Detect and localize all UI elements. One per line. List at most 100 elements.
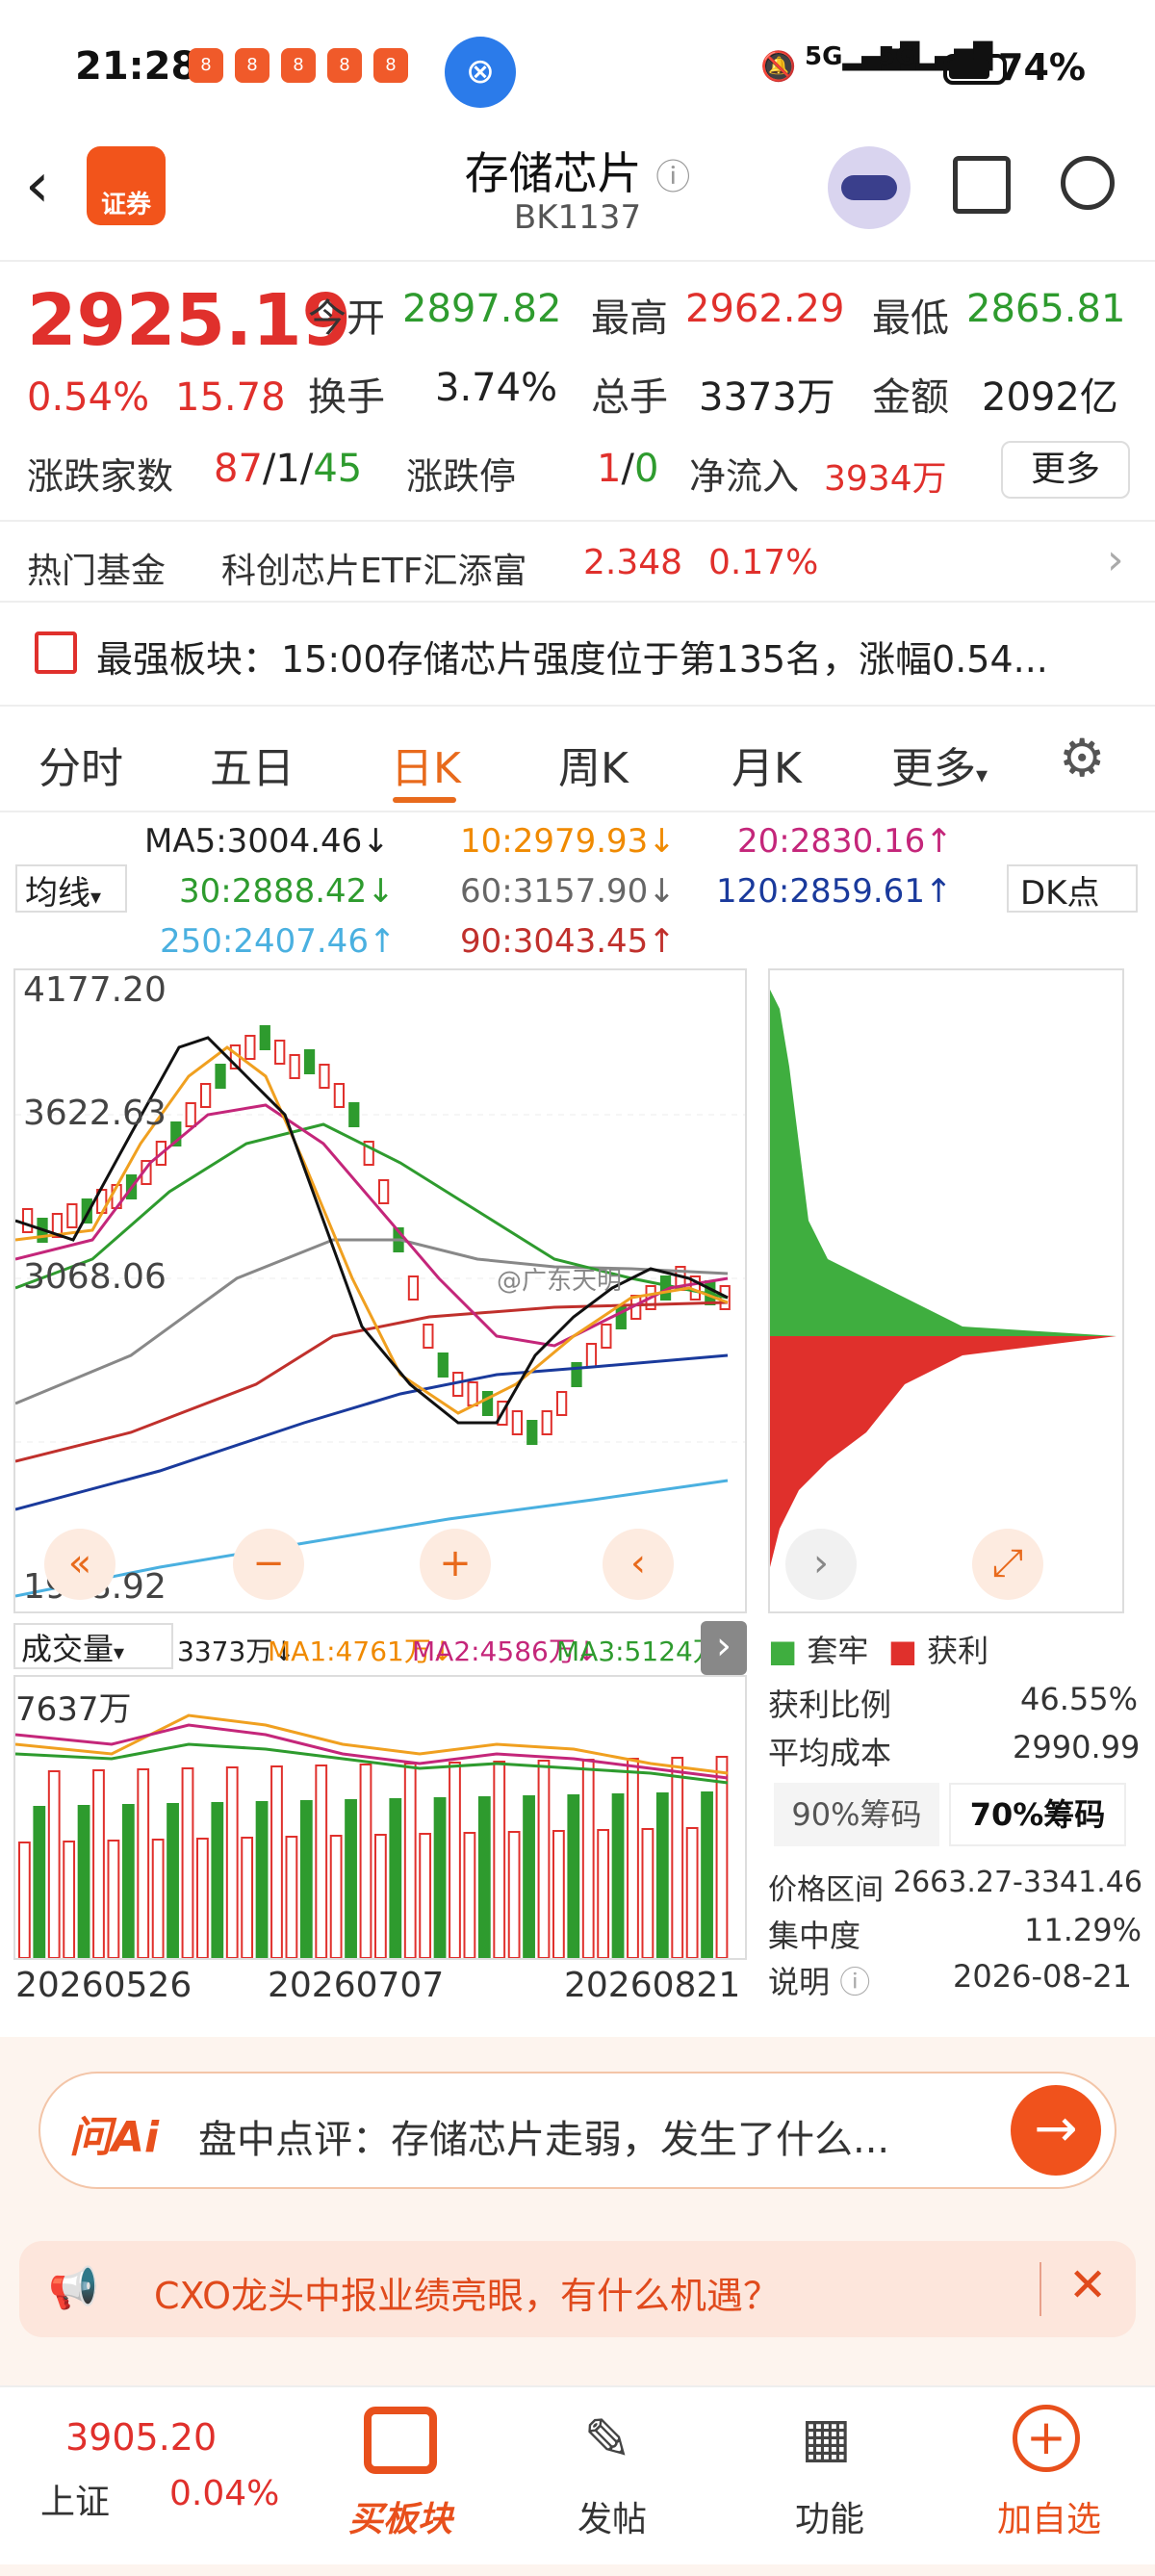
ma-selector[interactable]: 均线▾ (15, 864, 127, 913)
close-icon[interactable]: ✕ (1068, 2258, 1107, 2312)
volume-bar (552, 1830, 565, 1959)
volume-bar (567, 1794, 580, 1959)
volume-bar (211, 1802, 224, 1959)
turnover-value: 3.74% (435, 366, 558, 410)
candlestick (437, 1352, 449, 1378)
app-notification-icon: 8 (327, 48, 362, 83)
plus-icon: + (1013, 2405, 1080, 2472)
chevron-right-icon[interactable]: › (701, 1621, 747, 1675)
volume-bar (389, 1798, 402, 1959)
post-button[interactable]: ✎ 发帖 (516, 2387, 708, 2566)
chip-distribution[interactable]: › ⤢ (768, 968, 1124, 1613)
indicator-selector[interactable]: 成交量▾ (13, 1623, 173, 1669)
price-range-label: 价格区间 (768, 1873, 884, 1907)
tab-weekly-k[interactable]: 周K (558, 734, 629, 795)
tab-chip-90[interactable]: 90%筹码 (774, 1783, 939, 1846)
volume-bar (299, 1800, 313, 1959)
volume-bar (359, 1764, 372, 1959)
gear-icon[interactable]: ⚙ (1059, 728, 1105, 788)
ai-comment-bar[interactable]: 问Ai 盘中点评：存储芯片走弱，发生了什么... → (38, 2072, 1116, 2189)
info-icon[interactable]: ⓘ (655, 158, 690, 197)
candlestick (378, 1179, 390, 1204)
tab-intraday[interactable]: 分时 (38, 734, 123, 795)
volume-chart[interactable]: 7637万 (13, 1675, 747, 1960)
scroll-left-fast-button[interactable]: « (44, 1529, 116, 1600)
tab-daily-k[interactable]: 日K (391, 734, 461, 795)
tab-chip-70[interactable]: 70%筹码 (949, 1783, 1126, 1846)
index-value: 3905.20 (65, 2416, 218, 2459)
app-notification-icon: 8 (235, 48, 270, 83)
turnover-label: 换手 (308, 375, 385, 420)
zoom-out-button[interactable]: − (233, 1529, 304, 1600)
concentration-label: 集中度 (768, 1918, 861, 1954)
app-notification-icon: 8 (281, 48, 316, 83)
candlestick (541, 1410, 552, 1435)
ma30-value: 30:2888.42↓ (179, 872, 395, 911)
megaphone-icon: 📢 (48, 2264, 99, 2311)
info-icon[interactable]: ⓘ (839, 1964, 870, 2000)
volume-bar (507, 1831, 521, 1959)
index-pct: 0.04% (169, 2474, 280, 2513)
active-tab-underline (393, 797, 456, 803)
tab-five-day[interactable]: 五日 (210, 734, 295, 795)
volume-bar (701, 1791, 713, 1959)
scroll-left-button[interactable]: ‹ (603, 1529, 674, 1600)
low-value: 2865.81 (966, 287, 1126, 331)
volume-bar (63, 1841, 76, 1959)
index-ticker[interactable]: 3905.20 上证 0.04% (19, 2387, 279, 2566)
ai-comment-text: 盘中点评：存储芯片走弱，发生了什么... (198, 2118, 890, 2162)
add-watchlist-button[interactable]: + 加自选 (953, 2387, 1145, 2566)
avg-cost-value: 2990.99 (1013, 1729, 1141, 1765)
arrow-right-icon[interactable]: → (1011, 2085, 1101, 2176)
updown-label: 涨跌家数 (27, 455, 174, 498)
k-line-chart[interactable]: 4177.20 3622.63 3068.06 1958.92 @广东天明 « … (13, 968, 747, 1613)
concentration-value: 11.29% (1024, 1912, 1142, 1948)
more-button[interactable]: 更多 (1001, 441, 1130, 499)
amount-label: 金额 (872, 375, 949, 420)
limit-counts: 1/0 (597, 447, 659, 491)
volume-bar (18, 1842, 31, 1959)
bottom-nav: 3905.20 上证 0.04% 买板块 ✎ 发帖 ▦ 功能 + 加自选 (0, 2385, 1155, 2564)
notice-text: CXO龙头中报业绩亮眼，有什么机遇？ (154, 2275, 781, 2317)
volume-bar (167, 1803, 179, 1959)
profit-ratio-value: 46.55% (1020, 1681, 1139, 1717)
candlestick (348, 1102, 360, 1127)
high-value: 2962.29 (685, 287, 845, 331)
top-header: ‹ 证券 存储芯片 ⓘ BK1137 (0, 135, 1155, 258)
volume-bar (403, 1763, 417, 1959)
expand-icon[interactable]: ⤢ (972, 1529, 1043, 1600)
volume-bar (33, 1806, 46, 1959)
edit-icon: ✎ (583, 2407, 632, 2474)
zoom-in-button[interactable]: + (420, 1529, 491, 1600)
candlestick (303, 1049, 316, 1074)
functions-button[interactable]: ▦ 功能 (733, 2387, 926, 2566)
divider (1040, 2262, 1041, 2316)
buy-sector-button[interactable]: 买板块 (304, 2387, 497, 2566)
hot-fund-row[interactable]: 热门基金 科创芯片ETF汇添富 2.348 0.17% › (0, 520, 1155, 603)
notice-banner[interactable]: 📢 CXO龙头中报业绩亮眼，有什么机遇？ ✕ (19, 2241, 1136, 2337)
volume-bar (345, 1799, 357, 1959)
dk-point-selector[interactable]: DK点 (1007, 864, 1138, 913)
share-icon[interactable] (953, 156, 1011, 214)
ma60-value: 60:3157.90↓ (460, 872, 676, 911)
link-icon: ⊗ (445, 37, 516, 108)
chip-prev-button[interactable]: › (785, 1529, 857, 1600)
candlestick (601, 1324, 612, 1349)
tab-monthly-k[interactable]: 月K (732, 734, 802, 795)
updown-counts: 87/1/45 (214, 447, 363, 491)
mute-icon: 🔕 (760, 50, 797, 84)
hot-fund-pct: 0.17% (708, 543, 819, 582)
ai-robot-icon[interactable] (828, 146, 911, 229)
ai-brand-logo: 问Ai (69, 2113, 160, 2162)
volume-bar (181, 1767, 194, 1959)
ma120-line (14, 1353, 729, 1511)
volume-bar (523, 1795, 535, 1959)
tab-more[interactable]: 更多▾ (891, 734, 988, 795)
strongest-sector-banner[interactable]: 最强板块： 15:00存储芯片强度位于第135名，涨幅0.54... (0, 603, 1155, 707)
volume-bar (581, 1759, 595, 1959)
search-icon[interactable] (1061, 156, 1115, 210)
candlestick (511, 1410, 523, 1435)
chip-svg (770, 990, 1116, 1567)
date-label: 20260526 (15, 1966, 192, 2005)
volume-bar (47, 1770, 61, 1959)
